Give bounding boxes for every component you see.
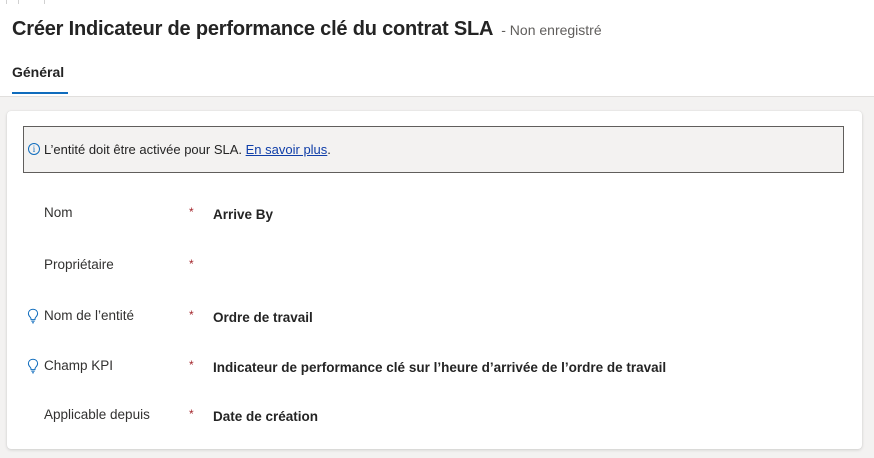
page-title: Créer Indicateur de performance clé du c… <box>12 18 494 40</box>
notice-message: L’entité doit être activée pour SLA. <box>44 142 246 157</box>
field-row-proprietaire: Propriétaire * <box>7 254 862 278</box>
general-section-card: i L’entité doit être activée pour SLA. E… <box>7 111 862 449</box>
applicable-from-field[interactable]: Date de création <box>213 409 318 424</box>
field-label: Applicable depuis <box>44 407 150 422</box>
form-header: Créer Indicateur de performance clé du c… <box>0 0 874 97</box>
name-field[interactable]: Arrive By <box>213 207 273 222</box>
field-label: Propriétaire <box>44 257 114 272</box>
required-indicator: * <box>189 407 194 421</box>
field-row-entity-name: Nom de l’entité * Ordre de travail <box>7 305 862 329</box>
toolbar-divider <box>18 0 19 4</box>
info-icon: i <box>28 143 40 155</box>
field-row-nom: Nom * Arrive By <box>7 202 862 226</box>
tab-active-indicator <box>12 92 68 94</box>
entity-name-field[interactable]: Ordre de travail <box>213 310 313 325</box>
learn-more-link[interactable]: En savoir plus <box>246 142 328 157</box>
toolbar-divider <box>44 0 45 4</box>
save-status: - Non enregistré <box>501 22 602 38</box>
owner-field[interactable] <box>213 259 813 275</box>
field-label: Nom de l’entité <box>44 308 135 323</box>
field-label: Nom <box>44 205 73 220</box>
title-row: Créer Indicateur de performance clé du c… <box>12 18 602 41</box>
notice-suffix: . <box>327 142 331 157</box>
toolbar-divider <box>6 0 7 4</box>
tab-general[interactable]: Général <box>12 64 64 80</box>
kpi-field[interactable]: Indicateur de performance clé sur l’heur… <box>213 360 666 375</box>
lightbulb-icon <box>27 308 39 324</box>
sla-notice-banner: i L’entité doit être activée pour SLA. E… <box>23 126 844 173</box>
field-row-kpi-field: Champ KPI * Indicateur de performance cl… <box>7 355 862 379</box>
notice-text: L’entité doit être activée pour SLA. En … <box>44 142 331 157</box>
field-label: Champ KPI <box>44 358 114 373</box>
field-row-applicable-from: Applicable depuis * Date de création <box>7 404 862 428</box>
required-indicator: * <box>189 358 194 372</box>
top-toolbar-remnant <box>0 0 874 4</box>
lightbulb-icon <box>27 358 39 374</box>
required-indicator: * <box>189 308 194 322</box>
required-indicator: * <box>189 257 194 271</box>
required-indicator: * <box>189 205 194 219</box>
